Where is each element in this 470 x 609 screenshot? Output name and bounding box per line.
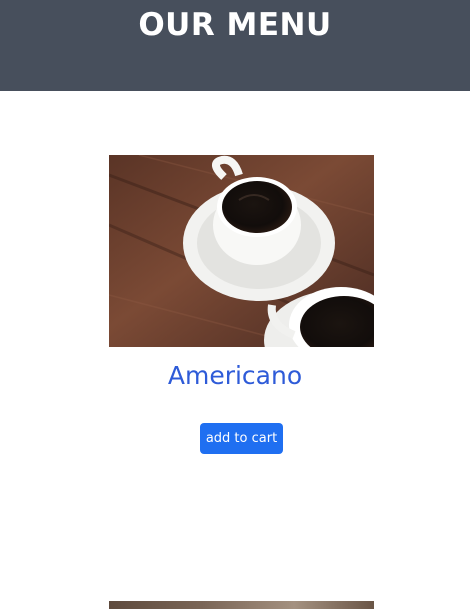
product-name: Americano [167,361,303,390]
product-card: Americano add to cart [0,91,470,609]
product-image [109,155,374,347]
add-to-cart-button[interactable]: add to cart [200,423,283,454]
page-title: OUR MENU [138,7,332,43]
coffee-cup-icon [109,155,374,347]
page-header: OUR MENU [0,0,470,91]
next-product-image [109,601,374,609]
